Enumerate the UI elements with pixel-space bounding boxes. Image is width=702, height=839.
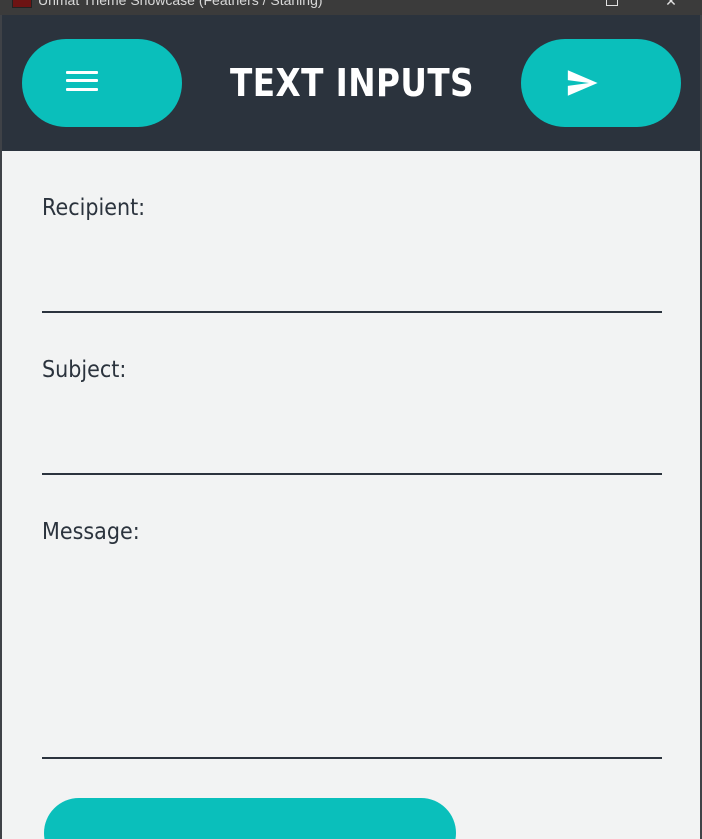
header-bar: TEXT INPUTS <box>2 15 700 151</box>
app-icon <box>12 0 32 8</box>
menu-button[interactable] <box>22 39 182 127</box>
maximize-icon[interactable] <box>602 0 622 10</box>
app-window: Unmat Theme Showcase (Feathers / Starlin… <box>0 0 702 839</box>
close-icon[interactable]: ✕ <box>661 0 681 10</box>
page-title: TEXT INPUTS <box>229 61 475 105</box>
subject-label: Subject: <box>42 357 127 383</box>
message-textarea[interactable] <box>42 561 662 759</box>
subject-input[interactable] <box>42 441 662 475</box>
message-label: Message: <box>42 519 140 545</box>
form-content: Recipient: Subject: Message: <box>2 151 700 839</box>
window-title: Unmat Theme Showcase (Feathers / Starlin… <box>38 0 323 8</box>
send-icon <box>567 70 598 96</box>
recipient-input[interactable] <box>42 279 662 313</box>
hamburger-menu-icon <box>66 69 98 93</box>
window-titlebar: Unmat Theme Showcase (Feathers / Starlin… <box>0 0 702 15</box>
send-button[interactable] <box>521 39 681 127</box>
recipient-label: Recipient: <box>42 195 146 221</box>
action-button[interactable] <box>44 798 456 839</box>
